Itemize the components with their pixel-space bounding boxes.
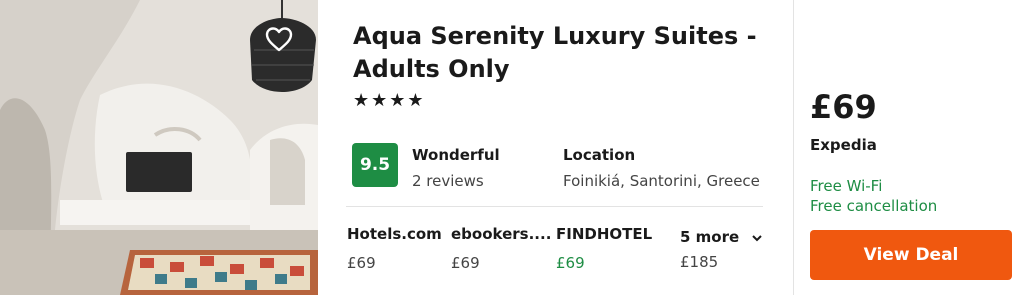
deal-price: £69 <box>810 88 877 126</box>
heart-icon <box>265 27 293 52</box>
provider-price: £69 <box>451 254 480 272</box>
provider-offer[interactable]: ebookers.... £69 <box>451 225 551 272</box>
provider-price: £69 <box>347 254 376 272</box>
rating-score-badge: 9.5 <box>352 143 398 187</box>
review-count[interactable]: 2 reviews <box>412 172 484 190</box>
location-value: Foinikiá, Santorini, Greece <box>563 172 760 190</box>
perk-wifi: Free Wi-Fi <box>810 177 883 195</box>
provider-name: ebookers.... <box>451 225 552 243</box>
hotel-result-card: Aqua Serenity Luxury Suites - Adults Onl… <box>0 0 1024 295</box>
hotel-name[interactable]: Aqua Serenity Luxury Suites - Adults Onl… <box>353 20 773 86</box>
television <box>126 152 192 192</box>
rating-label: Wonderful <box>412 146 500 164</box>
view-deal-button[interactable]: View Deal <box>810 230 1012 280</box>
favorite-button[interactable] <box>262 22 296 56</box>
divider <box>346 206 763 207</box>
provider-offer[interactable]: FINDHOTEL £69 <box>556 225 652 272</box>
deal-panel: £69 Expedia Free Wi-Fi Free cancellation… <box>794 0 1024 295</box>
provider-name: FINDHOTEL <box>556 225 653 243</box>
deal-site: Expedia <box>810 136 877 154</box>
provider-price: £69 <box>556 254 585 272</box>
provider-offer[interactable]: Hotels.com £69 <box>347 225 442 272</box>
location-label: Location <box>563 146 636 164</box>
star-rating: ★★★★ <box>353 90 426 111</box>
more-offers-label: 5 more <box>680 228 740 246</box>
chevron-down-icon <box>752 228 763 246</box>
more-offers-toggle[interactable]: 5 more <box>680 228 763 246</box>
provider-name: Hotels.com <box>347 225 442 243</box>
hotel-info: Aqua Serenity Luxury Suites - Adults Onl… <box>318 0 793 295</box>
perk-cancellation: Free cancellation <box>810 197 938 215</box>
hotel-photo[interactable] <box>0 0 318 295</box>
more-offers-price: £185 <box>680 253 719 271</box>
